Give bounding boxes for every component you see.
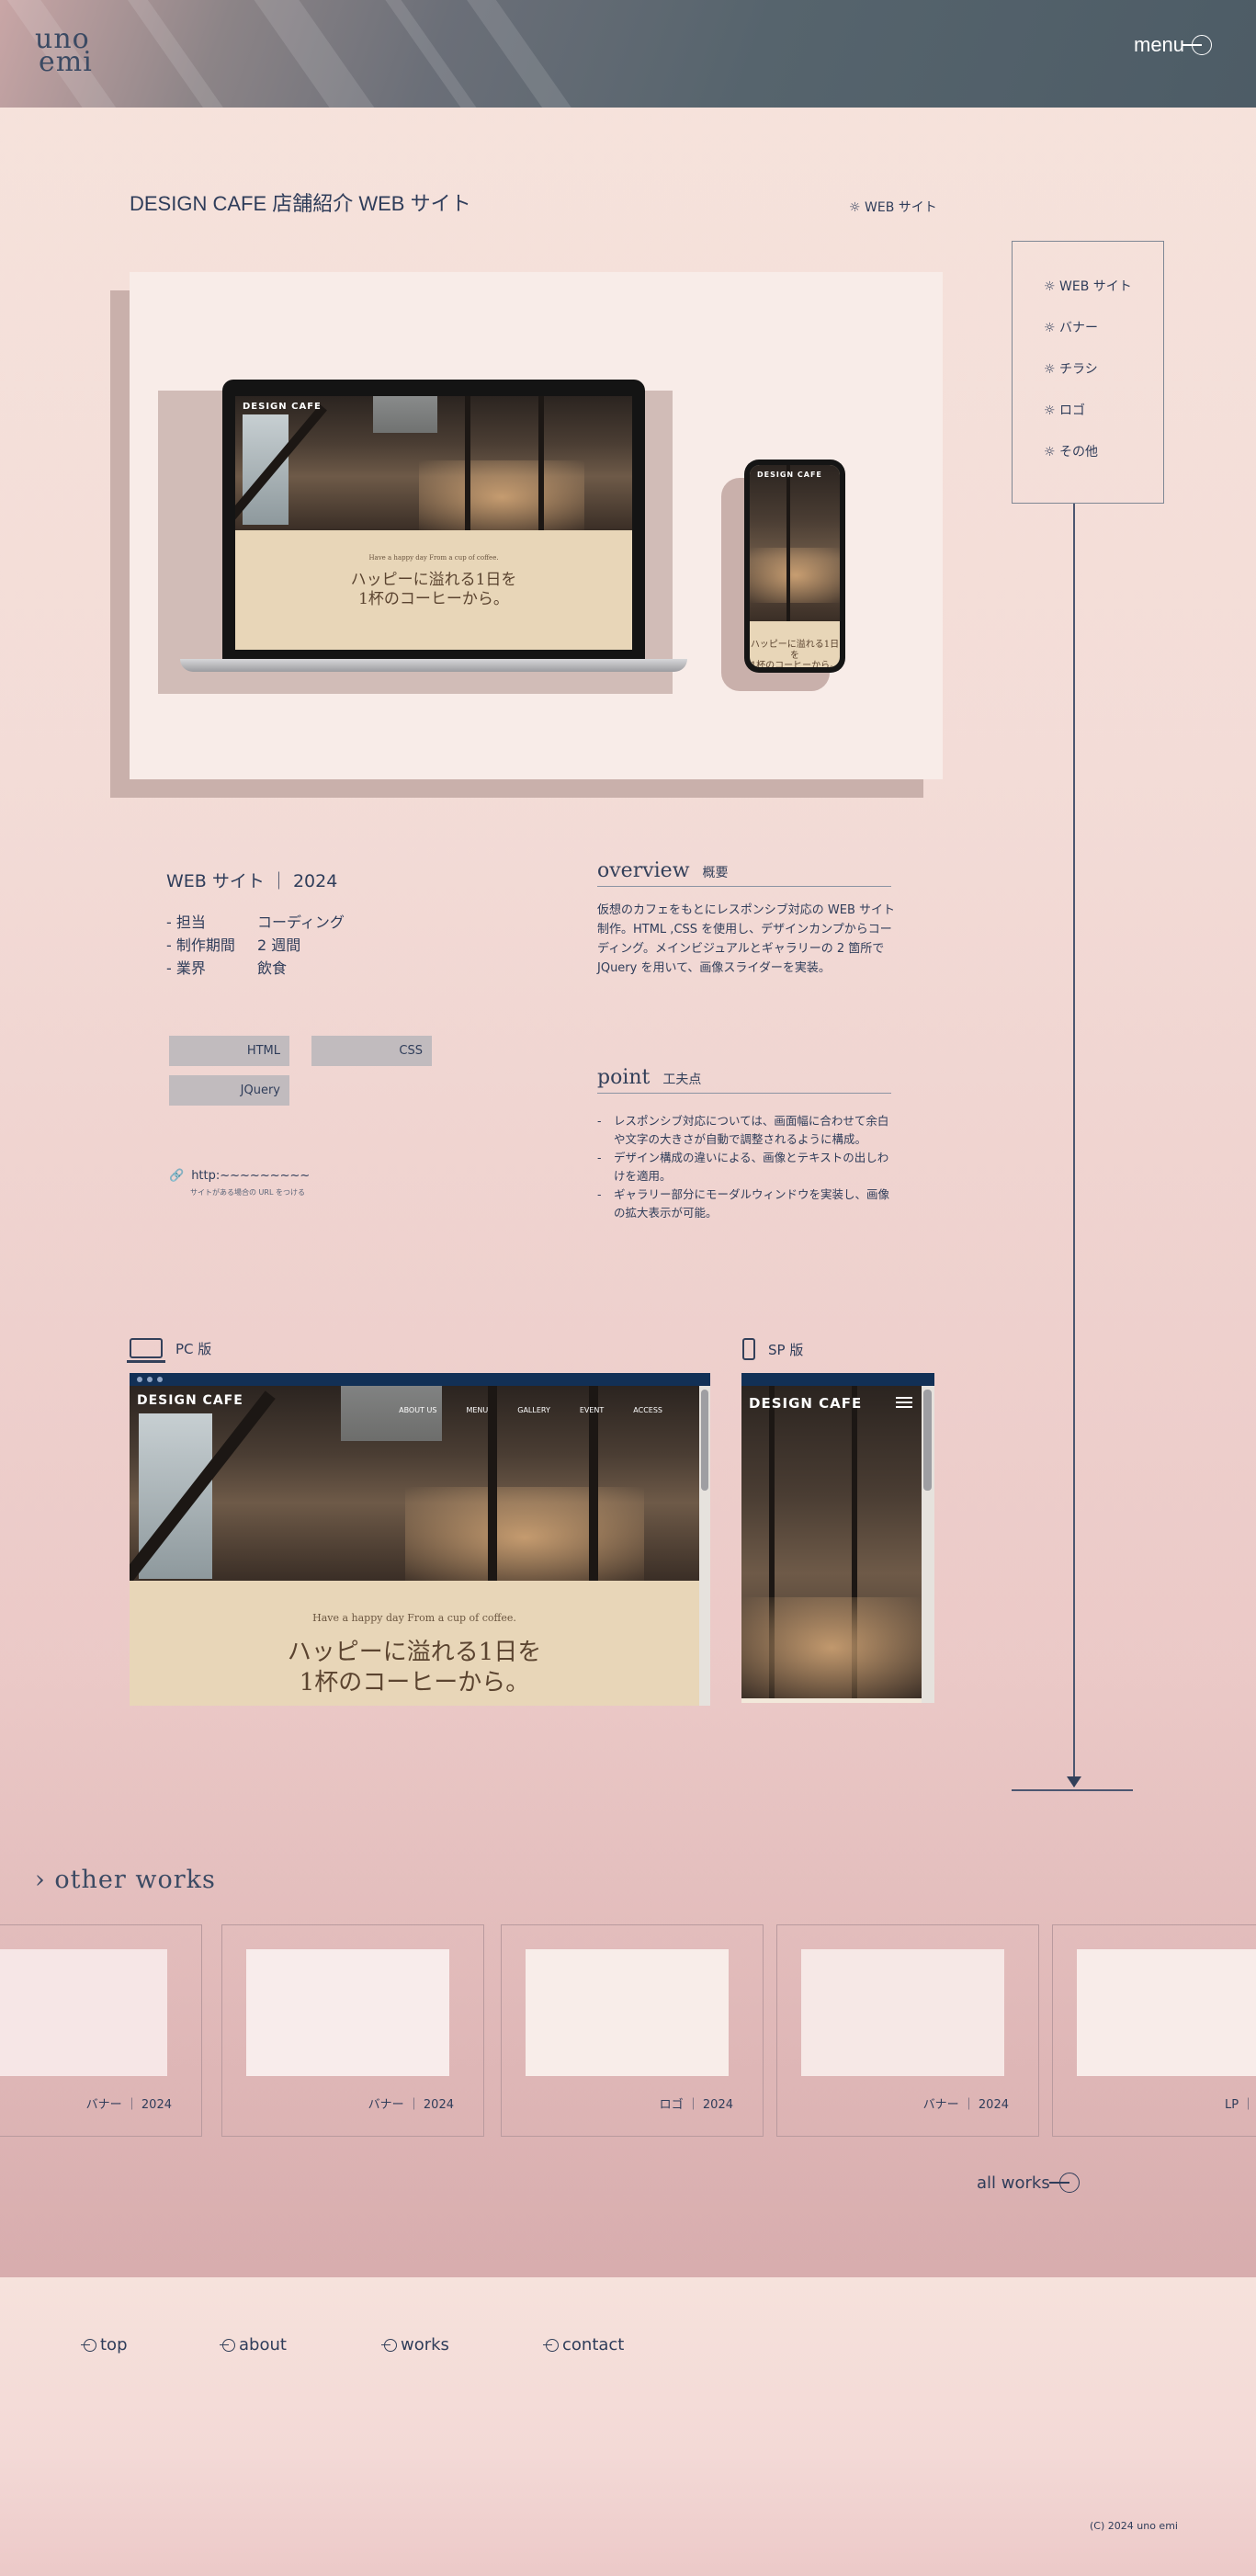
pc-nav: ABOUT US MENU GALLERY EVENT ACCESS: [399, 1406, 662, 1414]
pc-hero-photo: DESIGN CAFE ABOUT US MENU GALLERY EVENT ACCE…: [130, 1386, 699, 1581]
other-works-title: › other works: [35, 1866, 216, 1894]
mock-brand-sp: DESIGN CAFE: [757, 471, 822, 479]
laptop-icon: [127, 1338, 165, 1363]
sp-brand: DESIGN CAFE: [749, 1395, 863, 1412]
work-year-line: WEB サイト ｜ 2024: [166, 871, 338, 891]
work-thumbnail: [526, 1949, 729, 2076]
point-heading: point 工夫点: [597, 1066, 891, 1094]
mock-headline: ハッピーに溢れる1日を 1杯のコーヒーから。: [350, 571, 517, 609]
footer-link-about[interactable]: about: [220, 2335, 287, 2355]
arrow-circle-icon: [381, 2338, 397, 2352]
laptop-base: [180, 659, 687, 672]
overview-heading: overview 概要: [597, 859, 891, 887]
laptop-mockup: DESIGN CAFE Have a happy day From a cup …: [222, 380, 645, 659]
site-footer: [0, 2277, 1256, 2576]
sp-scrollbar[interactable]: [922, 1386, 934, 1703]
overview-text: 仮想のカフェをもとにレスポンシブ対応の WEB サイト制作。HTML ,CSS …: [597, 903, 895, 975]
cafe-photo: DESIGN CAFE: [235, 396, 632, 530]
all-works-link[interactable]: all works: [977, 2173, 1080, 2193]
work-thumbnail: [246, 1949, 449, 2076]
footer-link-works[interactable]: works: [381, 2335, 449, 2355]
page-title: DESIGN CAFE 店舗紹介 WEB サイト: [130, 192, 471, 215]
meta-row: - 担当 コーディング: [166, 914, 345, 931]
work-card[interactable]: ロゴ ｜ 2024: [501, 1924, 764, 2137]
side-nav-item-logo[interactable]: ☼ ロゴ: [1044, 401, 1163, 442]
meta-row: - 業界 飲食: [166, 959, 288, 977]
hamburger-icon[interactable]: [896, 1397, 912, 1408]
category-tag: ☼ WEB サイト: [849, 200, 937, 215]
smartphone-icon: [742, 1338, 755, 1360]
site-header: [0, 0, 1256, 108]
work-card[interactable]: バナー ｜ 2024: [0, 1924, 202, 2137]
pc-tagline: Have a happy day From a cup of coffee.: [312, 1612, 516, 1624]
work-card[interactable]: バナー ｜ 2024: [221, 1924, 484, 2137]
link-note: サイトがある場合の URL をつける: [190, 1188, 305, 1197]
scroll-line-base: [1012, 1789, 1133, 1791]
skill-chip-jquery: JQuery: [169, 1075, 289, 1106]
side-nav-item-banner[interactable]: ☼ バナー: [1044, 318, 1163, 359]
arrow-circle-icon: [81, 2338, 96, 2352]
side-nav-item-flyer[interactable]: ☼ チラシ: [1044, 359, 1163, 401]
side-nav-item-web[interactable]: ☼ WEB サイト: [1044, 277, 1163, 318]
site-link[interactable]: 🔗 http:~~~~~~~~~: [169, 1169, 310, 1183]
sp-hero-photo: DESIGN CAFE: [741, 1386, 922, 1698]
mock-tagline: Have a happy day From a cup of coffee.: [368, 554, 499, 562]
side-nav-item-other[interactable]: ☼ その他: [1044, 442, 1163, 483]
mock-headline-sp: ハッピーに溢れる1日を 1杯のコーヒーから。: [750, 640, 840, 667]
point-item: ギャラリー部分にモーダルウィンドウを実装し、画像の拡大表示が可能。: [597, 1186, 899, 1222]
work-thumbnail: [1077, 1949, 1256, 2076]
scroll-arrow-icon: [1067, 1776, 1081, 1787]
skill-chip-html: HTML: [169, 1036, 289, 1066]
sp-view-label: SP 版: [742, 1338, 803, 1360]
point-list: レスポンシブ対応については、画面幅に合わせて余白や文字の大きさが自動で調整される…: [597, 1112, 899, 1222]
pc-scrollbar[interactable]: [699, 1386, 710, 1706]
phone-mockup: DESIGN CAFE ハッピーに溢れる1日を 1杯のコーヒーから。: [744, 460, 845, 673]
pc-screenshot[interactable]: DESIGN CAFE ABOUT US MENU GALLERY EVENT ACCE…: [130, 1373, 710, 1706]
footer-link-contact[interactable]: contact: [543, 2335, 624, 2355]
pc-headline: ハッピーに溢れる1日を 1杯のコーヒーから。: [287, 1639, 542, 1697]
work-thumbnail: [801, 1949, 1004, 2076]
copyright: (C) 2024 uno emi: [1090, 2520, 1178, 2532]
arrow-circle-icon: [1048, 2173, 1080, 2193]
category-side-nav: ☼ WEB サイト ☼ バナー ☼ チラシ ☼ ロゴ ☼ その他: [1012, 241, 1164, 504]
menu-button[interactable]: menu: [1134, 33, 1213, 57]
work-card[interactable]: バナー ｜ 2024: [776, 1924, 1039, 2137]
pc-view-label: PC 版: [127, 1338, 211, 1363]
site-link-text[interactable]: http:~~~~~~~~~: [191, 1169, 310, 1183]
mock-brand: DESIGN CAFE: [243, 402, 322, 412]
link-icon: 🔗: [169, 1169, 185, 1183]
point-item: レスポンシブ対応については、画面幅に合わせて余白や文字の大きさが自動で調整される…: [597, 1112, 899, 1149]
menu-label: menu: [1134, 33, 1185, 56]
arrow-circle-icon: [220, 2338, 235, 2352]
site-logo[interactable]: uno emi: [35, 26, 93, 76]
work-card[interactable]: LP ｜ 2024: [1052, 1924, 1256, 2137]
arrow-circle-icon: [1182, 35, 1213, 55]
point-item: デザイン構成の違いによる、画像とテキストの出しわけを適用。: [597, 1149, 899, 1186]
arrow-circle-icon: [543, 2338, 559, 2352]
sp-screenshot[interactable]: DESIGN CAFE: [741, 1373, 934, 1703]
meta-row: - 制作期間 2 週間: [166, 936, 301, 954]
pc-brand: DESIGN CAFE: [137, 1393, 243, 1408]
footer-link-top[interactable]: top: [81, 2335, 128, 2355]
skill-chip-css: CSS: [311, 1036, 432, 1066]
work-thumbnail: [0, 1949, 167, 2076]
scroll-line: [1073, 504, 1075, 1787]
